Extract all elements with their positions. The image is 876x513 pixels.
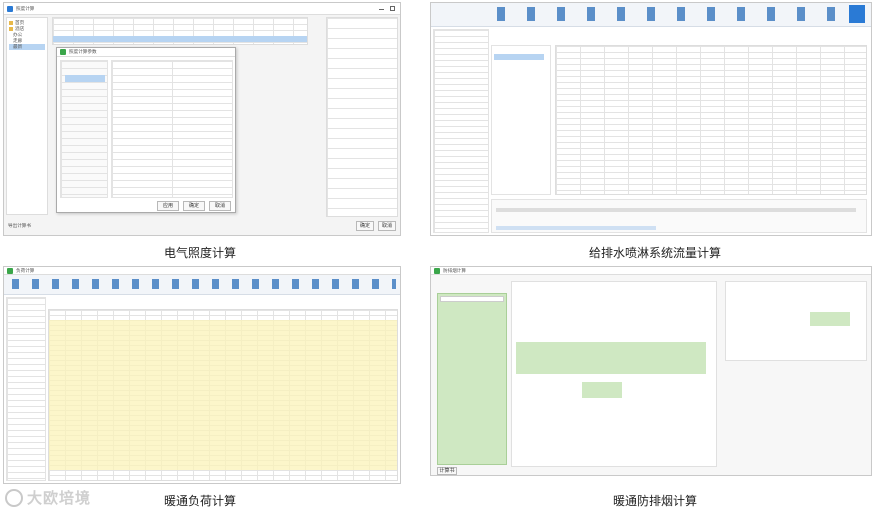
water-bottom-pane (491, 199, 867, 233)
water-ribbon (431, 3, 871, 27)
electric-property-panel (326, 17, 398, 217)
watermark-logo: 大欧培境 (5, 487, 91, 508)
electric-window-titlebar: 照度计算 (4, 3, 400, 15)
electric-tree: 首页 酒店 办公 走廊 最新 (6, 17, 48, 215)
hvac-smoke-title: 防排烟计算 (443, 267, 466, 273)
cancel-button[interactable]: 取消 (209, 201, 231, 211)
selected-row[interactable] (53, 36, 307, 42)
water-data-table (555, 45, 867, 195)
hvac-smoke-form (511, 281, 717, 467)
highlight-rows (49, 320, 397, 470)
hvac-load-table (48, 309, 398, 481)
report-button[interactable]: 计算书 (437, 467, 457, 475)
minimize-icon[interactable] (379, 9, 384, 10)
hvac-load-title: 负荷计算 (16, 267, 35, 273)
caption-electric: 电气照度计算 (163, 246, 236, 260)
hvac-load-titlebar: 负荷计算 (4, 267, 400, 275)
window-controls[interactable] (379, 6, 400, 11)
tree-header (440, 296, 504, 302)
hvac-smoke-panel: 防排烟计算 计算书 (430, 266, 872, 476)
green-field-block-2[interactable] (582, 382, 622, 398)
caption-hvac-smoke: 暖通防排烟计算 (612, 494, 697, 508)
hvac-smoke-tree (437, 293, 507, 465)
hvac-load-panel: 负荷计算 (3, 266, 401, 484)
sub-dialog-grid (111, 60, 233, 198)
electric-window-title: 照度计算 (16, 5, 35, 11)
watermark-text: 大欧培境 (27, 489, 92, 507)
ribbon-icons[interactable] (497, 7, 867, 21)
app-icon (434, 267, 440, 274)
sub-dialog-titlebar: 照度计算参数 (57, 48, 235, 57)
hvac-load-ribbon (4, 275, 400, 295)
ok-button[interactable]: 确定 (183, 201, 205, 211)
status-bar (496, 226, 656, 230)
sub-dialog-tree (60, 60, 108, 198)
apply-button[interactable]: 应用 (157, 201, 179, 211)
folder-icon (9, 21, 13, 25)
tree-selected-row[interactable] (65, 75, 105, 82)
ribbon-active-tab[interactable] (849, 5, 865, 23)
hvac-smoke-results (725, 281, 867, 361)
electric-panel: 照度计算 首页 酒店 办公 走廊 最新 照度计算参数 应用 确定 取消 导出计算… (3, 2, 401, 236)
logo-icon (5, 488, 23, 507)
hvac-load-tree (6, 297, 46, 481)
hvac-smoke-titlebar: 防排烟计算 (431, 267, 871, 275)
result-bar (496, 208, 856, 212)
maximize-icon[interactable] (390, 6, 395, 11)
app-icon (7, 5, 13, 12)
app-icon (7, 267, 13, 274)
footer-cancel-button[interactable]: 取消 (378, 221, 396, 231)
sub-dialog-title: 照度计算参数 (69, 49, 97, 55)
dialog-icon (60, 49, 66, 55)
caption-water: 给排水喷淋系统流量计算 (588, 246, 721, 260)
electric-sub-dialog: 照度计算参数 应用 确定 取消 (56, 47, 236, 213)
water-list (491, 45, 551, 195)
footer-ok-button[interactable]: 确定 (356, 221, 374, 231)
electric-top-table (52, 17, 308, 45)
result-field[interactable] (810, 312, 850, 326)
caption-hvac-load: 暖通负荷计算 (163, 494, 236, 508)
folder-icon (9, 27, 13, 31)
list-selected-row[interactable] (494, 54, 544, 60)
water-tree (433, 29, 489, 233)
water-panel (430, 2, 872, 236)
export-label[interactable]: 导出计算书 (8, 223, 31, 229)
tree-item-selected[interactable]: 最新 (9, 44, 45, 50)
green-field-block[interactable] (516, 342, 706, 374)
ribbon-icons[interactable] (12, 279, 396, 289)
